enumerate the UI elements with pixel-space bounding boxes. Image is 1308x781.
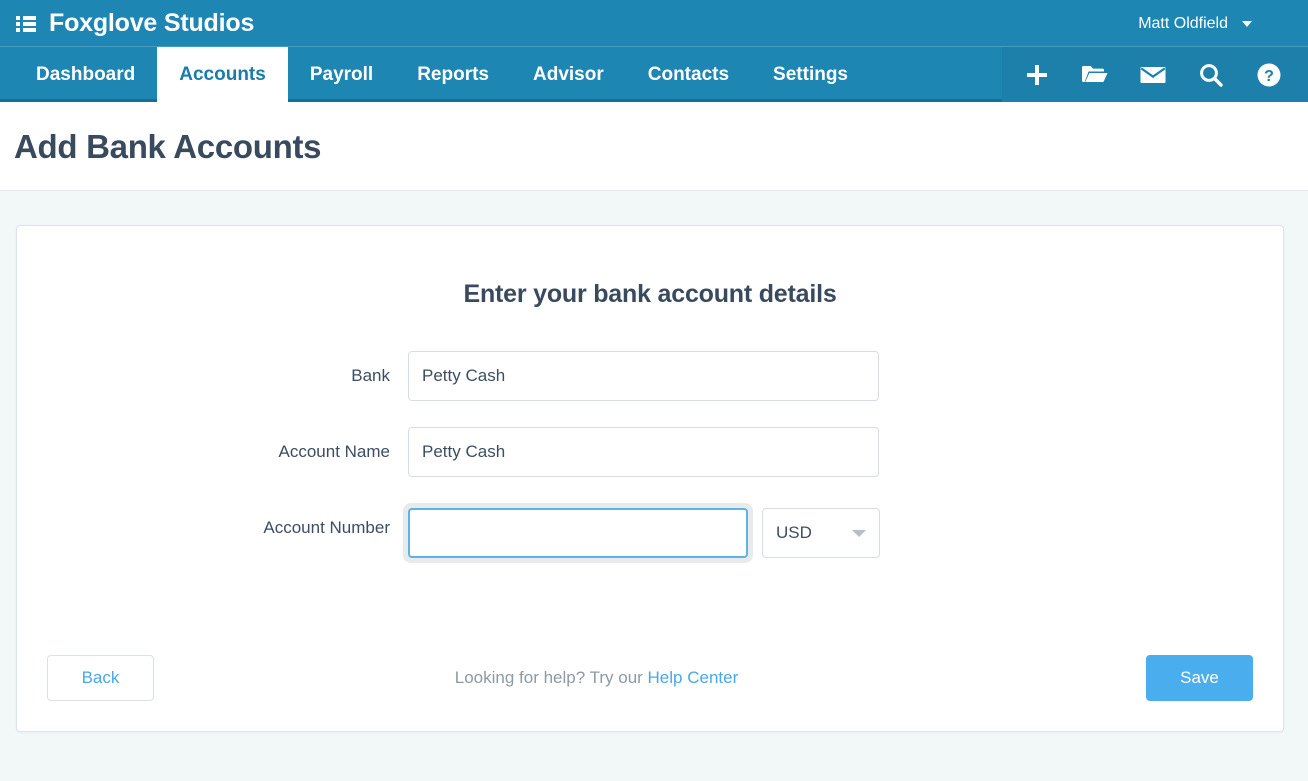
bank-label: Bank: [17, 351, 408, 401]
list-menu-icon[interactable]: [16, 16, 36, 32]
svg-text:?: ?: [1264, 68, 1274, 85]
chevron-down-icon: [1242, 21, 1252, 27]
folder-icon[interactable]: [1078, 58, 1112, 92]
form-row-account-name: Account Name: [17, 427, 1283, 477]
user-menu[interactable]: Matt Oldfield: [1138, 16, 1296, 32]
user-name: Matt Oldfield: [1138, 16, 1228, 32]
bank-account-card: Enter your bank account details Bank Acc…: [16, 225, 1284, 732]
tab-payroll[interactable]: Payroll: [288, 47, 395, 102]
tab-reports[interactable]: Reports: [395, 47, 511, 102]
bank-control: [408, 351, 879, 401]
nav-icon-bar: ?: [1002, 47, 1308, 102]
account-name-input[interactable]: [408, 427, 879, 477]
form-row-bank: Bank: [17, 351, 1283, 401]
brand-name: Foxglove Studios: [49, 11, 254, 36]
currency-select-value: USD: [776, 523, 812, 543]
help-center-link[interactable]: Help Center: [648, 668, 739, 687]
tab-accounts[interactable]: Accounts: [157, 47, 288, 102]
content-area: Enter your bank account details Bank Acc…: [0, 191, 1308, 749]
account-number-control: USD: [408, 503, 880, 563]
bank-input[interactable]: [408, 351, 879, 401]
tab-dashboard[interactable]: Dashboard: [14, 47, 157, 102]
currency-select[interactable]: USD: [762, 508, 880, 558]
search-icon[interactable]: [1194, 58, 1228, 92]
top-bar: Foxglove Studios Matt Oldfield: [0, 0, 1308, 47]
triangle-down-icon: [852, 530, 866, 537]
tab-settings[interactable]: Settings: [751, 47, 870, 102]
account-number-input[interactable]: [408, 508, 748, 558]
card-heading: Enter your bank account details: [17, 280, 1283, 309]
plus-icon[interactable]: [1020, 58, 1054, 92]
tab-contacts[interactable]: Contacts: [626, 47, 751, 102]
page-title-bar: Add Bank Accounts: [0, 102, 1308, 191]
brand: Foxglove Studios: [16, 11, 254, 36]
envelope-icon[interactable]: [1136, 58, 1170, 92]
bank-account-form: Bank Account Name Account Number: [17, 351, 1283, 563]
account-name-control: [408, 427, 879, 477]
page-title: Add Bank Accounts: [14, 128, 1308, 166]
form-row-account-number: Account Number USD: [17, 503, 1283, 563]
tab-advisor[interactable]: Advisor: [511, 47, 626, 102]
help-text: Looking for help? Try our Help Center: [47, 668, 1146, 688]
account-number-focus-ring: [403, 503, 753, 563]
main-nav: Dashboard Accounts Payroll Reports Advis…: [0, 47, 1308, 102]
account-name-label: Account Name: [17, 427, 408, 477]
account-number-label: Account Number: [17, 503, 408, 553]
nav-tabs: Dashboard Accounts Payroll Reports Advis…: [0, 47, 870, 102]
save-button[interactable]: Save: [1146, 655, 1253, 701]
help-icon[interactable]: ?: [1252, 58, 1286, 92]
help-text-prefix: Looking for help? Try our: [455, 668, 648, 687]
card-footer: Back Looking for help? Try our Help Cent…: [17, 655, 1283, 701]
